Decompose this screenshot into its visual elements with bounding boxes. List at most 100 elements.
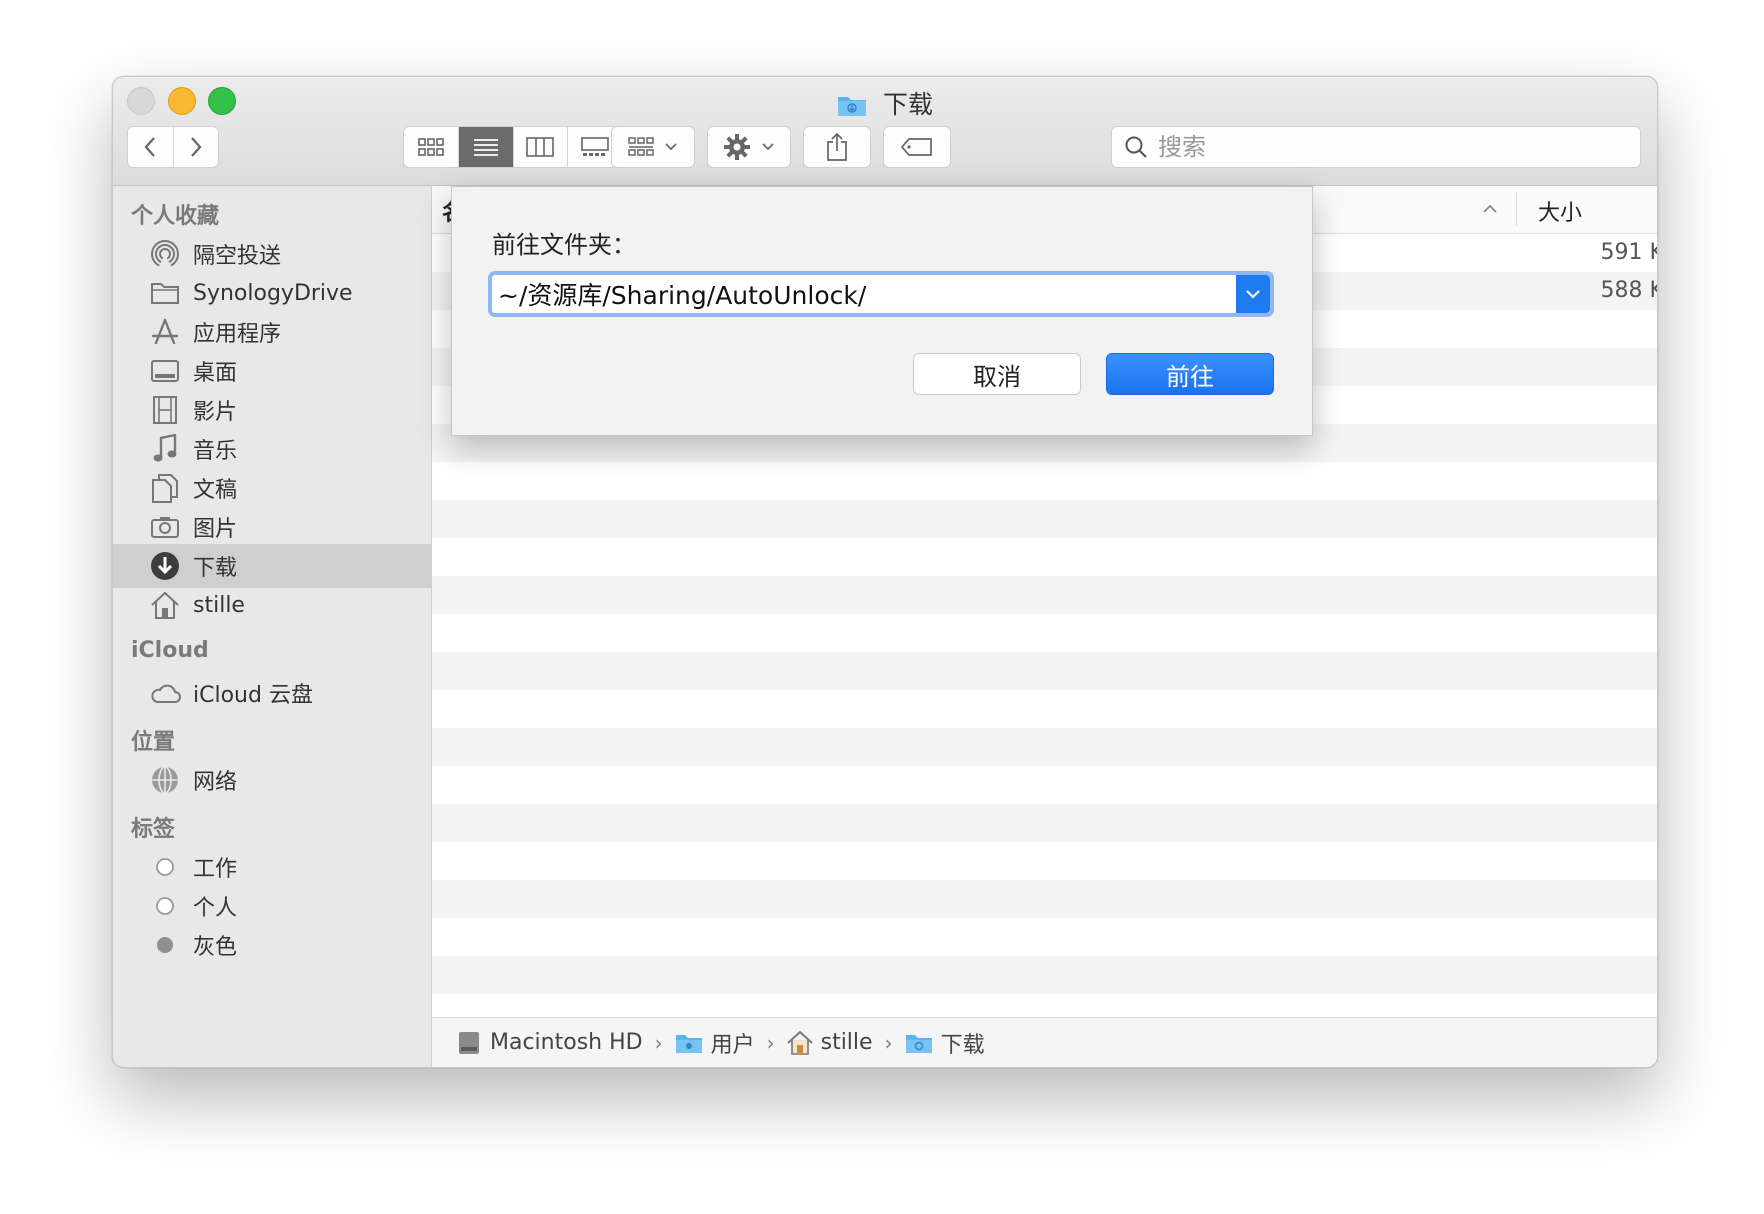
list-view-button[interactable] [458,127,514,167]
applications-icon [147,317,183,347]
search-field[interactable] [1111,126,1641,168]
folder-path-input[interactable] [492,278,1236,310]
chevron-down-icon [1246,290,1260,299]
sidebar-item-home[interactable]: stille [113,583,431,627]
chevron-left-icon [144,137,156,157]
tag-icon [900,138,932,156]
empty-row [432,652,1657,690]
sidebar-item-tag-gray[interactable]: 灰色 [113,923,431,967]
path-crumb-home[interactable]: stille [786,1030,873,1056]
network-icon [147,765,183,795]
sidebar-item-airdrop[interactable]: 隔空投送 [113,232,431,276]
sidebar-item-label: 桌面 [193,361,238,386]
tag-dot-icon [147,935,183,955]
empty-row [432,538,1657,576]
share-button[interactable] [803,126,871,168]
empty-row [432,690,1657,728]
nav-buttons [127,126,219,168]
sidebar-item-label: 影片 [193,400,238,425]
airdrop-icon [147,239,183,269]
path-bar: Macintosh HD › 用户 › stille › 下载 [432,1017,1657,1067]
size-column-header[interactable]: 大小 [1538,195,1582,227]
list-view-icon [473,139,498,156]
sidebar-item-movies[interactable]: 影片 [113,388,431,432]
path-combobox [488,271,1274,317]
sidebar-item-label: 文稿 [193,478,238,503]
hard-disk-icon [456,1030,482,1056]
go-button[interactable]: 前往 [1106,353,1274,395]
cancel-button[interactable]: 取消 [913,353,1081,395]
sidebar-item-label: iCloud 云盘 [193,683,313,708]
window-title: 下载 [882,90,933,119]
file-size: 591 KB [1600,240,1657,265]
sidebar-item-documents[interactable]: 文稿 [113,466,431,510]
empty-row [432,576,1657,614]
sidebar-item-label: 隔空投送 [193,244,282,269]
sidebar-item-desktop[interactable]: 桌面 [113,349,431,393]
downloads-folder-icon [837,93,867,123]
sidebar-item-applications[interactable]: 应用程序 [113,310,431,354]
sidebar-item-label: 下载 [193,556,238,581]
sidebar-item-label: 网络 [193,770,238,795]
action-menu-button[interactable] [707,126,791,168]
sidebar-item-music[interactable]: 音乐 [113,427,431,471]
sidebar-item-network[interactable]: 网络 [113,758,431,802]
finder-window: 下载 搜索 个人收藏 隔空投送 SynologyDrive 应用程序 桌面 影片… [112,76,1658,1068]
empty-row [432,842,1657,880]
go-to-folder-dialog: 前往文件夹： 取消 前往 [451,186,1313,436]
gallery-view-icon [581,137,609,156]
column-view-button[interactable] [514,127,569,167]
empty-row [432,614,1657,652]
sidebar-item-tag-personal[interactable]: 个人 [113,884,431,928]
path-crumb-users[interactable]: 用户 [675,1027,755,1059]
empty-row [432,880,1657,918]
sidebar-item-downloads[interactable]: 下载 [113,544,431,588]
tag-dot-icon [147,857,183,877]
tag-dot-icon [147,896,183,916]
sort-ascending-icon [1483,204,1497,213]
icon-view-button[interactable] [404,127,459,167]
documents-icon [147,473,183,503]
forward-button[interactable] [174,127,219,167]
gear-icon [724,134,750,160]
sidebar-item-pictures[interactable]: 图片 [113,505,431,549]
path-history-dropdown[interactable] [1236,275,1270,313]
path-crumb-label: Macintosh HD [490,1030,643,1055]
sidebar-item-label: 个人 [193,896,238,921]
movies-icon [147,395,183,425]
view-mode-control [403,126,623,168]
icloud-header: iCloud [131,638,209,663]
sidebar-item-icloud-drive[interactable]: iCloud 云盘 [113,671,431,715]
cloud-icon [147,682,183,704]
sidebar-item-synologydrive[interactable]: SynologyDrive [113,271,431,315]
search-icon [1125,136,1147,158]
users-folder-icon [675,1032,703,1054]
path-crumb-label: 下载 [940,1032,985,1058]
sidebar-item-label: 图片 [193,517,238,542]
desktop-icon [147,359,183,383]
home-icon [786,1030,813,1056]
sidebar-item-label: SynologyDrive [193,280,353,306]
path-crumb-disk[interactable]: Macintosh HD [456,1030,643,1056]
search-input[interactable] [1156,132,1620,162]
sidebar: 个人收藏 隔空投送 SynologyDrive 应用程序 桌面 影片 音乐 文稿 [113,186,432,1067]
path-separator: › [654,1030,663,1055]
column-view-icon [526,137,555,157]
group-by-button[interactable] [611,126,695,168]
path-crumb-label: stille [820,1030,873,1055]
path-crumb-downloads[interactable]: 下载 [905,1027,985,1059]
tag-button[interactable] [883,126,951,168]
downloads-folder-icon [905,1032,933,1054]
sidebar-item-label: 应用程序 [193,322,282,347]
chevron-right-icon [190,137,202,157]
sidebar-item-tag-work[interactable]: 工作 [113,845,431,889]
window-title-bar: 下载 [113,85,1657,123]
file-size: 588 KB [1600,278,1657,303]
camera-icon [147,515,183,539]
music-icon [147,434,183,464]
path-separator: › [766,1030,775,1055]
path-separator: › [884,1030,893,1055]
back-button[interactable] [128,127,174,167]
path-crumb-label: 用户 [710,1032,755,1058]
column-divider [1516,192,1517,226]
